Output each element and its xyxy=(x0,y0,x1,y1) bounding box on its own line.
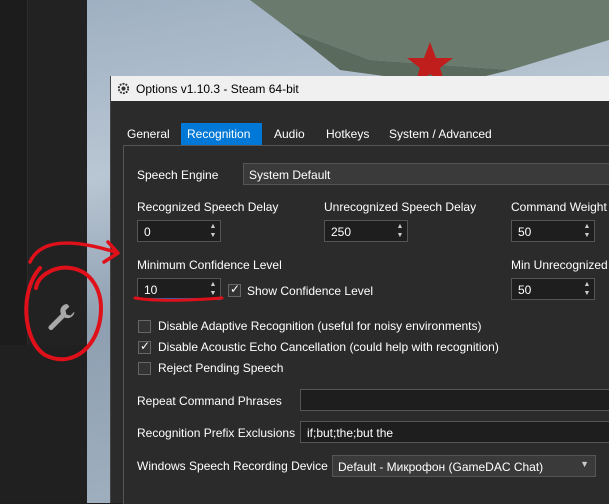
spinner-buttons[interactable]: ▲ ▼ xyxy=(582,280,592,298)
min-unrecognized-value: 50 xyxy=(518,283,532,297)
disable-adaptive-label: Disable Adaptive Recognition (useful for… xyxy=(158,319,482,333)
speech-engine-value: System Default xyxy=(249,168,331,182)
command-weight-label: Command Weight xyxy=(511,200,607,214)
command-weight-value: 50 xyxy=(518,225,532,239)
recording-device-value: Default - Микрофон (GameDAC Chat) xyxy=(338,460,544,474)
chevron-down-icon[interactable]: ▼ xyxy=(582,231,592,240)
chevron-up-icon[interactable]: ▲ xyxy=(582,280,592,289)
chevron-down-icon[interactable]: ▼ xyxy=(208,231,218,240)
tab-recognition[interactable]: Recognition xyxy=(181,123,262,145)
window-title: Options v1.10.3 - Steam 64-bit xyxy=(136,82,299,96)
tab-general[interactable]: General xyxy=(121,123,181,145)
prefix-exclusions-value: if;but;the;but the xyxy=(307,426,394,440)
disable-echo-label: Disable Acoustic Echo Cancellation (coul… xyxy=(158,340,499,354)
command-weight-input[interactable]: 50 ▲ ▼ xyxy=(511,220,595,242)
spinner-buttons[interactable]: ▲ ▼ xyxy=(208,222,218,240)
unrecognized-delay-input[interactable]: 250 ▲ ▼ xyxy=(324,220,408,242)
repeat-phrases-input[interactable] xyxy=(300,389,609,411)
speech-engine-label: Speech Engine xyxy=(137,168,219,182)
chevron-up-icon[interactable]: ▲ xyxy=(582,222,592,231)
tab-audio[interactable]: Audio xyxy=(268,123,320,145)
prefix-exclusions-input[interactable]: if;but;the;but the xyxy=(300,421,609,443)
recording-device-select[interactable]: Default - Микрофон (GameDAC Chat) ▼ xyxy=(332,455,596,477)
min-unrecognized-input[interactable]: 50 ▲ ▼ xyxy=(511,278,595,300)
disable-echo-checkbox[interactable] xyxy=(138,339,151,354)
chevron-down-icon[interactable]: ▼ xyxy=(582,289,592,298)
chevron-down-icon[interactable]: ▼ xyxy=(208,289,218,298)
spinner-buttons[interactable]: ▲ ▼ xyxy=(582,222,592,240)
prefix-exclusions-label: Recognition Prefix Exclusions xyxy=(137,426,296,440)
recording-device-label: Windows Speech Recording Device xyxy=(137,459,328,473)
options-window: Options v1.10.3 - Steam 64-bit General R… xyxy=(110,76,609,504)
min-confidence-label: Minimum Confidence Level xyxy=(137,258,282,272)
chevron-down-icon[interactable]: ▼ xyxy=(395,231,405,240)
tab-hotkeys[interactable]: Hotkeys xyxy=(320,123,380,145)
recognized-delay-input[interactable]: 0 ▲ ▼ xyxy=(137,220,221,242)
repeat-phrases-label: Repeat Command Phrases xyxy=(137,394,282,408)
side-toolbar xyxy=(27,0,88,345)
recognized-delay-label: Recognized Speech Delay xyxy=(137,200,279,214)
unrecognized-delay-value: 250 xyxy=(331,225,352,239)
tab-system-advanced[interactable]: System / Advanced xyxy=(383,123,503,145)
show-confidence-label: Show Confidence Level xyxy=(247,284,374,298)
chevron-up-icon[interactable]: ▲ xyxy=(395,222,405,231)
chevron-up-icon[interactable]: ▲ xyxy=(208,222,218,231)
unrecognized-delay-label: Unrecognized Speech Delay xyxy=(324,200,477,214)
spinner-buttons[interactable]: ▲ ▼ xyxy=(208,280,218,298)
gear-icon xyxy=(117,82,130,95)
chevron-down-icon: ▼ xyxy=(580,459,589,469)
reject-pending-checkbox[interactable] xyxy=(138,362,151,375)
show-confidence-checkbox[interactable] xyxy=(228,282,241,297)
left-panel-lower xyxy=(0,345,87,503)
recognition-panel: Speech Engine System Default Recognized … xyxy=(123,145,609,504)
spinner-buttons[interactable]: ▲ ▼ xyxy=(395,222,405,240)
speech-engine-select[interactable]: System Default xyxy=(243,163,609,185)
title-bar[interactable]: Options v1.10.3 - Steam 64-bit xyxy=(111,76,609,101)
recognized-delay-value: 0 xyxy=(144,225,151,239)
reject-pending-label: Reject Pending Speech xyxy=(158,361,284,375)
min-unrecognized-label: Min Unrecognized xyxy=(511,258,608,272)
chevron-up-icon[interactable]: ▲ xyxy=(208,280,218,289)
disable-adaptive-checkbox[interactable] xyxy=(138,320,151,333)
min-confidence-input[interactable]: 10 ▲ ▼ xyxy=(137,278,221,300)
min-confidence-value: 10 xyxy=(144,283,158,297)
wrench-icon[interactable] xyxy=(44,300,78,334)
